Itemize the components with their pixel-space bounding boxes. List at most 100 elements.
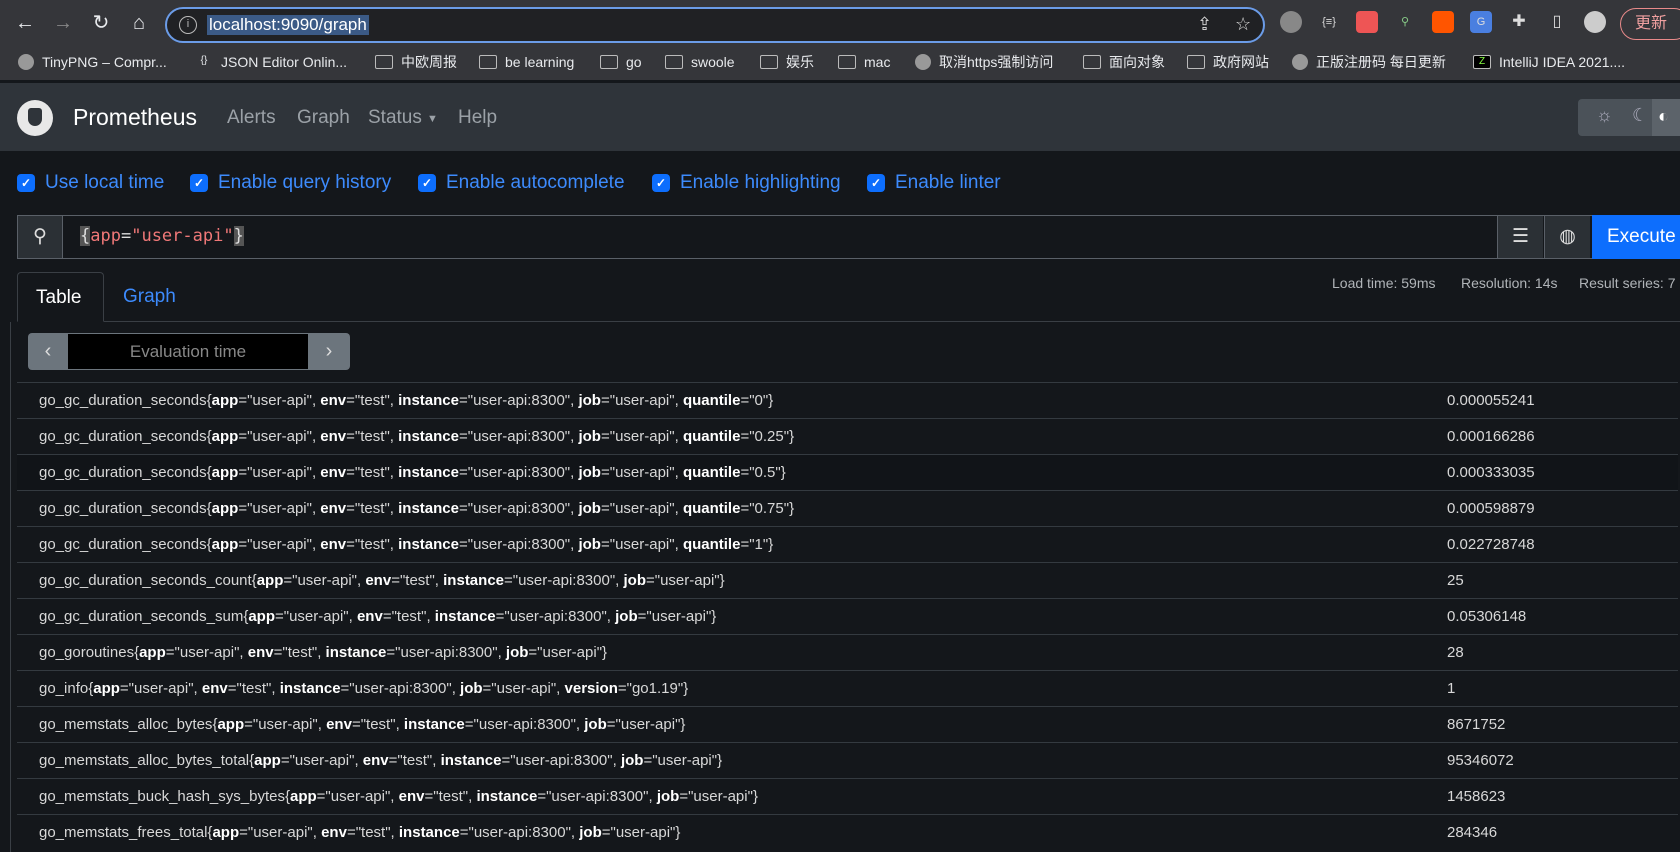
forward-icon[interactable]: → [50, 10, 76, 36]
option-enable-query-history[interactable]: ✓ Enable query history [190, 172, 391, 194]
bookmark-item[interactable]: 政府网站 [1187, 46, 1269, 78]
globe-icon [915, 54, 931, 70]
bookmark-item[interactable]: be learning [479, 46, 574, 78]
chevron-right-icon[interactable]: › [308, 333, 350, 370]
table-row[interactable]: go_gc_duration_seconds_sum{app="user-api… [17, 598, 1678, 634]
label-name: quantile [682, 428, 741, 445]
url-text[interactable]: localhost:9090/graph [207, 15, 369, 35]
pdf-extension-icon[interactable] [1356, 11, 1378, 33]
label-value: test [241, 680, 267, 697]
nav-alerts[interactable]: Alerts [227, 107, 276, 129]
option-enable-highlighting[interactable]: ✓ Enable highlighting [652, 172, 841, 194]
table-row[interactable]: go_gc_duration_seconds{app="user-api", e… [17, 418, 1678, 454]
query-input[interactable]: {app="user-api"} [80, 226, 244, 246]
sun-icon[interactable]: ☼ [1596, 105, 1613, 126]
theme-toggle[interactable]: ☼ ☾ ◐ [1578, 99, 1680, 136]
bookmark-item[interactable]: 中欧周报 [375, 46, 457, 78]
table-row[interactable]: go_gc_duration_seconds{app="user-api", e… [17, 526, 1678, 562]
translate-extension-icon[interactable]: G [1470, 11, 1492, 33]
nav-status[interactable]: Status [368, 107, 422, 129]
label-name: instance [398, 464, 459, 481]
table-row[interactable]: go_memstats_alloc_bytes_total{app="user-… [17, 742, 1678, 778]
option-enable-linter[interactable]: ✓ Enable linter [867, 172, 1001, 194]
bookmark-item[interactable]: 正版注册码 每日更新 [1292, 46, 1446, 78]
checkbox[interactable]: ✓ [418, 174, 436, 192]
metric-name: go_gc_duration_seconds [39, 392, 207, 409]
table-row[interactable]: go_goroutines{app="user-api", env="test"… [17, 634, 1678, 670]
option-use-local-time[interactable]: ✓ Use local time [17, 172, 164, 194]
label-name: app [256, 572, 284, 589]
key-extension-icon[interactable]: ⚲ [1394, 11, 1416, 33]
back-icon[interactable]: ← [12, 10, 38, 36]
address-bar[interactable]: i localhost:9090/graph ⇪ ☆ [165, 7, 1265, 43]
label-name: quantile [682, 392, 741, 409]
label-value: 1 [754, 536, 763, 553]
format-query-button[interactable]: ☰ [1497, 216, 1543, 258]
checkbox[interactable]: ✓ [190, 174, 208, 192]
option-enable-autocomplete[interactable]: ✓ Enable autocomplete [418, 172, 625, 194]
table-row[interactable]: go_gc_duration_seconds{app="user-api", e… [17, 490, 1678, 526]
update-button[interactable]: 更新 [1620, 8, 1680, 40]
bookmark-item[interactable]: {} JSON Editor Onlin... [195, 46, 347, 78]
off-extension-icon[interactable] [1432, 11, 1454, 33]
side-panel-icon[interactable]: ▯ [1546, 11, 1568, 33]
puzzle-icon[interactable]: ✚ [1508, 11, 1530, 33]
contrast-icon[interactable]: ◐ [1652, 99, 1680, 136]
share-icon[interactable]: ⇪ [1197, 14, 1212, 35]
sample-value: 28 [1447, 644, 1464, 661]
home-icon[interactable]: ⌂ [126, 10, 152, 36]
bookmark-item[interactable]: mac [838, 46, 890, 78]
moon-icon[interactable]: ☾ [1632, 105, 1648, 126]
table-row[interactable]: go_info{app="user-api", env="test", inst… [17, 670, 1678, 706]
table-row[interactable]: go_memstats_alloc_bytes{app="user-api", … [17, 706, 1678, 742]
tab-table[interactable]: Table [17, 272, 104, 322]
reload-icon[interactable]: ↻ [88, 10, 114, 36]
series-labels: go_gc_duration_seconds{app="user-api", e… [39, 464, 786, 481]
nav-help[interactable]: Help [458, 107, 497, 129]
execute-button[interactable]: Execute [1592, 215, 1680, 259]
prometheus-logo-icon[interactable] [17, 100, 53, 136]
folder-icon [665, 55, 683, 69]
bookmark-item[interactable]: go [600, 46, 642, 78]
info-icon[interactable]: i [179, 16, 197, 34]
avatar[interactable] [1584, 11, 1606, 33]
bookmark-item[interactable]: 娱乐 [760, 46, 814, 78]
checkbox[interactable]: ✓ [867, 174, 885, 192]
table-row[interactable]: go_memstats_buck_hash_sys_bytes{app="use… [17, 778, 1678, 814]
bookmark-star-icon[interactable]: ☆ [1235, 14, 1251, 35]
evaluation-time-input[interactable]: Evaluation time [68, 334, 308, 369]
metrics-explorer-globe-icon[interactable]: ◍ [1544, 216, 1590, 258]
nav-graph[interactable]: Graph [297, 107, 350, 129]
label-name: quantile [682, 500, 741, 517]
bookmark-item[interactable]: TinyPNG – Compr... [18, 46, 167, 78]
json-extension-icon[interactable]: {≡} [1318, 11, 1340, 33]
label-name: job [578, 500, 601, 517]
checkbox[interactable]: ✓ [652, 174, 670, 192]
table-row[interactable]: go_gc_duration_seconds{app="user-api", e… [17, 454, 1678, 490]
sample-value: 0.000055241 [1447, 392, 1535, 409]
label-name: env [320, 464, 347, 481]
metric-name: go_memstats_buck_hash_sys_bytes [39, 788, 285, 805]
tab-graph[interactable]: Graph [123, 286, 176, 308]
table-row[interactable]: go_gc_duration_seconds_count{app="user-a… [17, 562, 1678, 598]
series-labels: go_memstats_alloc_bytes{app="user-api", … [39, 716, 686, 733]
label-name: env [356, 608, 383, 625]
bookmark-item[interactable]: Z IntelliJ IDEA 2021.... [1473, 46, 1625, 78]
label-value: user-api [615, 428, 670, 445]
table-row[interactable]: go_memstats_frees_total{app="user-api", … [17, 814, 1678, 850]
checkbox[interactable]: ✓ [17, 174, 35, 192]
label-value: user-api:8300 [473, 500, 565, 517]
label-name: env [320, 500, 347, 517]
bookmark-item[interactable]: 取消https强制访问 [915, 46, 1053, 78]
brand[interactable]: Prometheus [73, 104, 197, 131]
label-value: user-api [252, 464, 307, 481]
extension-icon[interactable] [1280, 11, 1302, 33]
chevron-left-icon[interactable]: ‹ [28, 333, 68, 370]
label-name: env [201, 680, 228, 697]
table-row[interactable]: go_gc_duration_seconds{app="user-api", e… [17, 382, 1678, 418]
label-value: user-api [615, 500, 670, 517]
label-value: user-api:8300 [473, 824, 566, 841]
bookmark-item[interactable]: swoole [665, 46, 735, 78]
label-name: job [584, 716, 607, 733]
bookmark-item[interactable]: 面向对象 [1083, 46, 1165, 78]
